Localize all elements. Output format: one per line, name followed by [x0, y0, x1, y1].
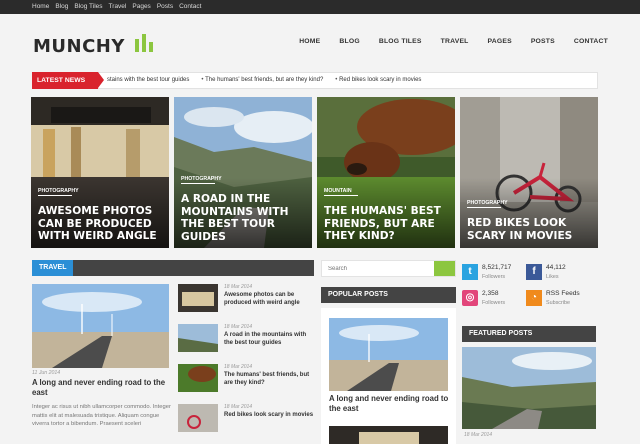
facebook-counter[interactable]: f 44,112 Likes	[526, 264, 594, 282]
rss-icon: ◔	[526, 290, 542, 306]
popular-section-heading: POPULAR POSTS	[321, 287, 456, 303]
social-value: RSS Feeds	[546, 290, 580, 297]
top-link-blog-tiles[interactable]: Blog Tiles	[74, 2, 102, 12]
list-thumb	[178, 324, 218, 352]
travel-main-image[interactable]	[32, 284, 169, 368]
dribbble-icon: ◎	[462, 290, 478, 306]
top-link-pages[interactable]: Pages	[132, 2, 150, 12]
road-image	[32, 284, 169, 368]
list-title[interactable]: Awesome photos can be produced with weir…	[224, 291, 316, 307]
social-label: Likes	[546, 274, 559, 280]
latest-news-label: LATEST NEWS	[32, 72, 104, 89]
list-title[interactable]: Red bikes look scary in movies	[224, 411, 316, 419]
nav-blog-tiles[interactable]: BLOG TILES	[379, 38, 422, 45]
search-button[interactable]	[434, 261, 455, 276]
hero-category[interactable]: MOUNTAIN	[324, 188, 358, 196]
social-value: 2,358	[482, 290, 499, 297]
list-thumb	[178, 364, 218, 392]
travel-main-title[interactable]: A long and never ending road to the east	[32, 378, 172, 398]
hero-title[interactable]: RED BIKES LOOK SCARY IN MOVIES	[467, 217, 592, 242]
list-item[interactable]: 18 Mar 2014 A road in the mountains with…	[178, 324, 314, 354]
popular-heading-label[interactable]: POPULAR POSTS	[321, 287, 395, 303]
main-nav: HOME BLOG BLOG TILES TRAVEL PAGES POSTS …	[299, 38, 608, 45]
featured-section-heading: FEATURED POSTS	[462, 326, 596, 342]
site-logo[interactable]: MUNCHY	[33, 36, 125, 57]
nav-blog[interactable]: BLOG	[339, 38, 359, 45]
hero-title[interactable]: A ROAD IN THE MOUNTAINS WITH THE BEST TO…	[181, 193, 306, 243]
travel-main-excerpt: Integer ac risus ut nibh ullamcorper com…	[32, 404, 171, 427]
hero-title[interactable]: THE HUMANS' BEST FRIENDS, BUT ARE THEY K…	[324, 205, 449, 243]
featured-post-image[interactable]	[462, 347, 596, 429]
popular-post-image-2[interactable]	[329, 426, 448, 444]
hero-tile[interactable]: MOUNTAIN THE HUMANS' BEST FRIENDS, BUT A…	[317, 97, 455, 248]
top-link-travel[interactable]: Travel	[109, 2, 127, 12]
top-link-posts[interactable]: Posts	[157, 2, 173, 12]
latest-news-ticker: LATEST NEWS stains with the best tour gu…	[32, 72, 598, 89]
popular-post-title[interactable]: A long and never ending road to the east	[329, 394, 451, 414]
top-link-home[interactable]: Home	[32, 2, 49, 12]
search-box	[321, 260, 456, 277]
social-label: Followers	[482, 274, 506, 280]
hero-tile[interactable]: PHOTOGRAPHY A ROAD IN THE MOUNTAINS WITH…	[174, 97, 312, 248]
list-thumb	[178, 284, 218, 312]
rss-counter[interactable]: ◔ RSS Feeds Subscribe	[526, 290, 594, 308]
hero-title[interactable]: AWESOME PHOTOS CAN BE PRODUCED WITH WEIR…	[38, 205, 163, 243]
hero-tile[interactable]: PHOTOGRAPHY AWESOME PHOTOS CAN BE PRODUC…	[31, 97, 169, 248]
list-date: 18 Mar 2014	[224, 284, 253, 290]
ticker-item[interactable]: stains with the best tour guides	[107, 73, 189, 88]
top-bar: Home Blog Blog Tiles Travel Pages Posts …	[0, 0, 640, 14]
travel-heading-label[interactable]: TRAVEL	[32, 260, 74, 276]
ticker-items: stains with the best tour guides The hum…	[107, 73, 421, 88]
list-item[interactable]: 18 Mar 2014 Awesome photos can be produc…	[178, 284, 314, 314]
hero-category[interactable]: PHOTOGRAPHY	[467, 200, 508, 208]
featured-post-date: 18 Mar 2014	[464, 432, 493, 438]
list-title[interactable]: The humans' best friends, but are they k…	[224, 371, 316, 387]
top-link-blog[interactable]: Blog	[55, 2, 68, 12]
social-value: 44,112	[546, 264, 566, 271]
search-input[interactable]	[322, 261, 434, 276]
social-label: Subscribe	[546, 300, 570, 306]
dribbble-counter[interactable]: ◎ 2,358 Followers	[462, 290, 530, 308]
nav-home[interactable]: HOME	[299, 38, 320, 45]
popular-post-image[interactable]	[329, 318, 448, 391]
ticker-item[interactable]: Red bikes look scary in movies	[335, 73, 421, 88]
featured-heading-label[interactable]: FEATURED POSTS	[462, 326, 539, 342]
list-date: 18 Mar 2014	[224, 404, 253, 410]
nav-travel[interactable]: TRAVEL	[441, 38, 469, 45]
list-date: 18 Mar 2014	[224, 324, 253, 330]
nav-contact[interactable]: CONTACT	[574, 38, 608, 45]
top-links: Home Blog Blog Tiles Travel Pages Posts …	[32, 2, 201, 12]
twitter-counter[interactable]: t 8,521,717 Followers	[462, 264, 530, 282]
travel-section-heading: TRAVEL	[32, 260, 314, 276]
nav-posts[interactable]: POSTS	[531, 38, 555, 45]
list-date: 18 Mar 2014	[224, 364, 253, 370]
hero-category[interactable]: PHOTOGRAPHY	[38, 188, 79, 196]
hero-category[interactable]: PHOTOGRAPHY	[181, 176, 222, 184]
nav-pages[interactable]: PAGES	[488, 38, 512, 45]
ticker-item[interactable]: The humans' best friends, but are they k…	[201, 73, 323, 88]
twitter-icon: t	[462, 264, 478, 280]
logo-bars-icon	[135, 34, 157, 52]
hero-tile[interactable]: PHOTOGRAPHY RED BIKES LOOK SCARY IN MOVI…	[460, 97, 598, 248]
facebook-icon: f	[526, 264, 542, 280]
list-item[interactable]: 18 Mar 2014 Red bikes look scary in movi…	[178, 404, 314, 434]
top-link-contact[interactable]: Contact	[179, 2, 201, 12]
social-label: Followers	[482, 300, 506, 306]
list-title[interactable]: A road in the mountains with the best to…	[224, 331, 316, 347]
travel-main-date: 11 Jun 2014	[32, 370, 61, 376]
social-value: 8,521,717	[482, 264, 512, 271]
list-item[interactable]: 18 Mar 2014 The humans' best friends, bu…	[178, 364, 314, 394]
site-header: MUNCHY HOME BLOG BLOG TILES TRAVEL PAGES…	[0, 14, 640, 64]
list-thumb	[178, 404, 218, 432]
